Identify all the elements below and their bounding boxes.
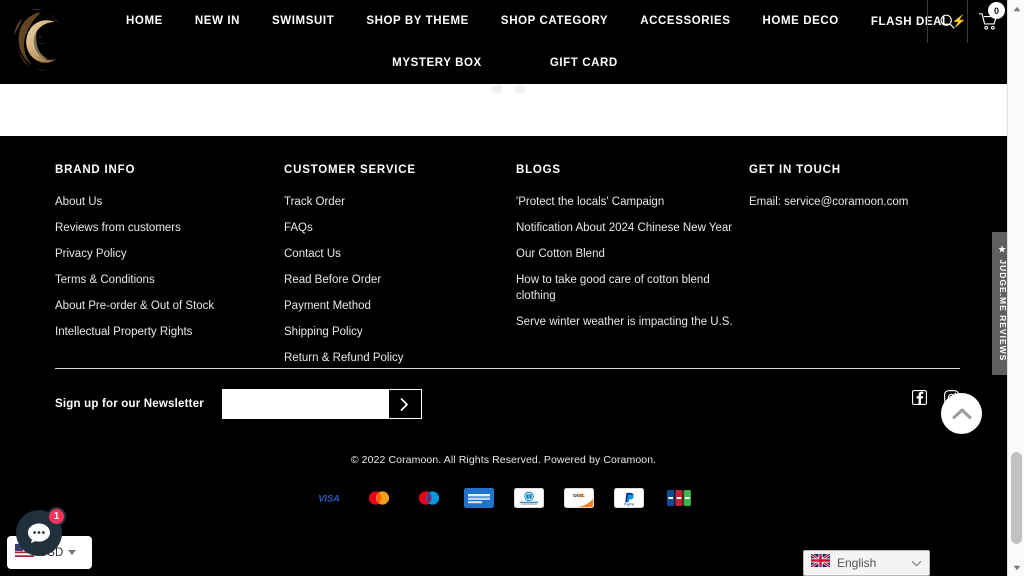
payment-icon-discover: DISC [563, 488, 594, 508]
search-icon [940, 14, 955, 29]
page-root: HOME NEW IN SWIMSUIT SHOP BY THEME SHOP … [0, 0, 1024, 576]
footer-link-read-before-order[interactable]: Read Before Order [284, 273, 516, 289]
svg-text:DISC: DISC [573, 493, 585, 499]
footer-divider [55, 368, 960, 369]
secondary-nav: MYSTERY BOX GIFT CARD [110, 50, 900, 76]
svg-text:PayPal: PayPal [623, 502, 633, 506]
payment-icon-paypal: PayPal [613, 488, 644, 508]
footer-link-chinese-new-year[interactable]: Notification About 2024 Chinese New Year [516, 221, 749, 237]
language-selector[interactable]: English [803, 550, 930, 576]
footer-link-about-us[interactable]: About Us [55, 195, 284, 211]
footer-link-care-cotton-blend[interactable]: How to take good care of cotton blend cl… [516, 273, 749, 304]
nav-item-mystery-box[interactable]: MYSTERY BOX [376, 57, 498, 69]
footer-link-cotton-blend[interactable]: Our Cotton Blend [516, 247, 749, 263]
newsletter-signup: Sign up for our Newsletter [55, 389, 422, 419]
nav-item-home[interactable]: HOME [110, 15, 179, 27]
nav-item-new-in[interactable]: NEW IN [179, 15, 256, 27]
footer-column-customer-service: CUSTOMER SERVICE Track Order FAQs Contac… [284, 164, 516, 377]
newsletter-form [221, 389, 422, 419]
nav-item-shop-by-theme[interactable]: SHOP BY THEME [350, 15, 485, 27]
footer-heading-blogs: BLOGS [516, 164, 561, 176]
scroll-to-top-button[interactable] [941, 393, 982, 434]
chevron-up-icon [952, 408, 971, 419]
newsletter-submit-button[interactable] [388, 390, 421, 418]
newsletter-email-input[interactable] [222, 390, 389, 418]
payment-icon-mastercard [363, 488, 394, 508]
footer-column-blogs: BLOGS 'Protect the locals' Campaign Noti… [516, 164, 749, 377]
payment-icon-visa: VISA [313, 488, 344, 508]
footer-link-ip-rights[interactable]: Intellectual Property Rights [55, 325, 284, 341]
footer-heading-customer-service: CUSTOMER SERVICE [284, 164, 416, 176]
footer-link-payment-method[interactable]: Payment Method [284, 299, 516, 315]
nav-item-swimsuit[interactable]: SWIMSUIT [256, 15, 350, 27]
primary-nav: HOME NEW IN SWIMSUIT SHOP BY THEME SHOP … [110, 0, 967, 42]
payment-methods: VISA DISC PayPal [0, 488, 1007, 508]
ghost-placeholder-1 [492, 85, 502, 93]
facebook-icon[interactable] [912, 390, 928, 406]
chevron-right-icon [401, 397, 409, 411]
nav-item-shop-category[interactable]: SHOP CATEGORY [485, 15, 624, 27]
footer-link-track-order[interactable]: Track Order [284, 195, 516, 211]
copyright-text: © 2022 Coramoon. All Rights Reserved. Po… [350, 454, 657, 466]
newsletter-label: Sign up for our Newsletter [55, 398, 204, 410]
footer-link-winter-weather[interactable]: Serve winter weather is impacting the U.… [516, 315, 749, 331]
chat-widget-button[interactable]: 1 [16, 507, 66, 556]
ghost-placeholder-2 [515, 85, 525, 93]
payment-icon-maestro [413, 488, 444, 508]
site-footer: BRAND INFO About Us Reviews from custome… [0, 136, 1007, 576]
footer-column-get-in-touch: GET IN TOUCH Email: service@coramoon.com [749, 164, 959, 377]
footer-link-shipping-policy[interactable]: Shipping Policy [284, 325, 516, 341]
browser-scrollbar[interactable] [1007, 0, 1024, 576]
footer-heading-get-in-touch: GET IN TOUCH [749, 164, 841, 176]
svg-text:VISA: VISA [318, 494, 340, 504]
scrollbar-up-arrow[interactable] [1008, 0, 1024, 17]
search-button[interactable] [928, 0, 967, 43]
payment-icon-jcb [663, 488, 694, 508]
scrollbar-down-arrow[interactable] [1008, 559, 1024, 576]
chat-bubble-icon [28, 523, 50, 544]
scrollbar-thumb[interactable] [1011, 452, 1022, 544]
content-gap [0, 84, 1007, 136]
footer-link-return-refund-policy[interactable]: Return & Refund Policy [284, 351, 516, 367]
footer-link-reviews[interactable]: Reviews from customers [55, 221, 284, 237]
footer-heading-brand-info: BRAND INFO [55, 164, 136, 176]
uk-flag-icon [810, 552, 831, 572]
footer-email: Email: service@coramoon.com [749, 196, 909, 208]
footer-column-brand-info: BRAND INFO About Us Reviews from custome… [55, 164, 284, 377]
nav-item-home-deco[interactable]: HOME DECO [747, 15, 855, 27]
cart-count-badge: 0 [988, 2, 1005, 19]
nav-item-accessories[interactable]: ACCESSORIES [624, 15, 746, 27]
footer-link-privacy-policy[interactable]: Privacy Policy [55, 247, 284, 263]
site-header: HOME NEW IN SWIMSUIT SHOP BY THEME SHOP … [0, 0, 1007, 84]
chat-unread-badge: 1 [47, 507, 66, 526]
footer-link-preorder-out-of-stock[interactable]: About Pre-order & Out of Stock [55, 299, 284, 315]
header-actions: 0 [927, 0, 1007, 43]
chevron-down-icon [68, 550, 77, 555]
footer-link-protect-locals[interactable]: 'Protect the locals' Campaign [516, 195, 749, 211]
language-value: English [837, 556, 877, 570]
footer-link-terms-conditions[interactable]: Terms & Conditions [55, 273, 284, 289]
cart-button[interactable]: 0 [968, 0, 1007, 43]
chevron-down-icon-language [911, 554, 922, 572]
payment-icon-amex [463, 488, 494, 508]
nav-item-gift-card[interactable]: GIFT CARD [534, 57, 634, 69]
footer-columns: BRAND INFO About Us Reviews from custome… [55, 164, 960, 377]
footer-link-contact-us[interactable]: Contact Us [284, 247, 516, 263]
site-logo[interactable] [10, 8, 72, 74]
payment-icon-diners-club [513, 488, 544, 508]
footer-link-faqs[interactable]: FAQs [284, 221, 516, 237]
